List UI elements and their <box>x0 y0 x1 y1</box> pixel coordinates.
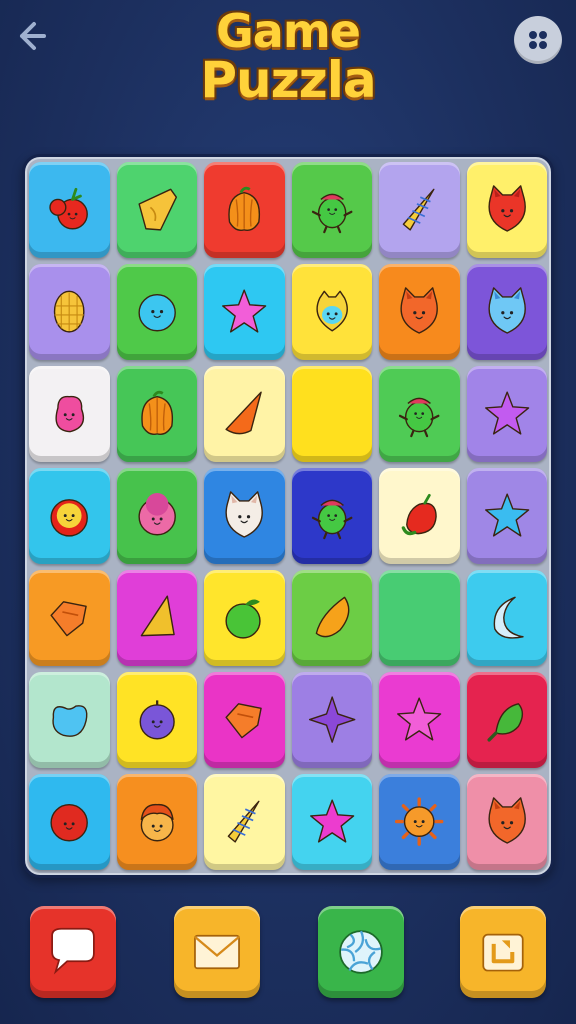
orange-cat-face-icon <box>400 287 438 335</box>
pink-star-icon <box>222 289 267 333</box>
board-tile-purple-star[interactable] <box>466 366 547 462</box>
orange-cat-face-icon <box>488 797 526 845</box>
share-box-icon <box>482 933 524 972</box>
pink-blob-icon <box>55 396 85 433</box>
bottom-toolbar <box>0 906 576 1002</box>
corn-cob-icon <box>53 291 85 333</box>
board-tile-purple-ball-face[interactable] <box>116 672 197 768</box>
green-pepper-icon <box>487 703 523 742</box>
board-tile-orange-shield[interactable] <box>29 570 110 666</box>
board-tile-orange-shield[interactable] <box>204 672 285 768</box>
orange-cone-icon <box>225 391 262 435</box>
title-line-1: Game <box>216 4 361 58</box>
share-button[interactable] <box>460 906 546 998</box>
orange-shield-icon <box>225 703 262 739</box>
cheese-wedge-icon <box>138 189 177 231</box>
yellow-face-icon <box>316 291 348 332</box>
green-creature-icon <box>311 500 353 540</box>
puzzle-board <box>22 154 554 878</box>
yellow-cone-icon <box>140 595 175 637</box>
red-cat-face-icon <box>488 185 526 233</box>
board-tile-orange-leaf-drop[interactable] <box>291 570 372 666</box>
purple-star-icon <box>484 391 529 435</box>
board-tile-pink-star[interactable] <box>204 264 285 360</box>
board-tile-purple-star4[interactable] <box>291 672 372 768</box>
chat-button[interactable] <box>30 906 116 998</box>
board-tile-cherry-tomato[interactable] <box>29 162 110 258</box>
orange-leaf-icon <box>140 391 173 436</box>
board-tile-pink-blob[interactable] <box>29 366 110 462</box>
blue-crescent-icon <box>493 597 524 640</box>
red-berry-face-icon <box>50 804 88 842</box>
green-creature-icon <box>398 398 440 438</box>
board-tile-blue-crescent[interactable] <box>466 570 547 666</box>
board-tile-corn-cone[interactable] <box>204 774 285 870</box>
purple-star4-icon <box>308 696 355 744</box>
board-tile-empty[interactable] <box>291 366 372 462</box>
purple-ball-face-icon <box>139 700 175 740</box>
yellow-lion-face-icon <box>50 499 88 537</box>
orange-leaf-icon <box>228 187 261 232</box>
board-tile-blue-ball-face[interactable] <box>116 264 197 360</box>
game-title: Game Puzzla <box>0 8 576 106</box>
board-tile-pink-star[interactable] <box>379 672 460 768</box>
blue-star-icon <box>484 493 529 537</box>
board-tile-magenta-star[interactable] <box>291 774 372 870</box>
white-cat-face-icon <box>225 491 263 539</box>
menu-button[interactable] <box>514 16 562 64</box>
board-tile-cheese-wedge[interactable] <box>116 162 197 258</box>
board-tile-yellow-cone[interactable] <box>116 570 197 666</box>
corn-cone-icon <box>227 801 260 843</box>
title-line-2: Puzzla <box>200 50 376 109</box>
board-tile-sun-face[interactable] <box>379 774 460 870</box>
magenta-star-icon <box>309 799 354 843</box>
blue-ball-face-icon <box>138 294 176 332</box>
board-tile-green-apple[interactable] <box>204 570 285 666</box>
dots-menu-icon <box>529 31 547 49</box>
orange-shield-icon <box>50 601 87 637</box>
envelope-icon <box>194 934 240 970</box>
blue-bean-icon <box>52 705 88 738</box>
board-tile-red-berry-face[interactable] <box>29 774 110 870</box>
corn-cone-icon <box>402 189 435 231</box>
board-tile-orange-leaf[interactable] <box>204 162 285 258</box>
board-tile-blue-bean[interactable] <box>29 672 110 768</box>
green-creature-icon <box>311 194 353 234</box>
board-tile-blue-star[interactable] <box>466 468 547 564</box>
board-tile-green-pepper[interactable] <box>466 672 547 768</box>
board-tile-yellow-face[interactable] <box>291 264 372 360</box>
board-tile-orange-cat-face[interactable] <box>466 774 547 870</box>
red-pepper-icon <box>401 494 437 536</box>
board-tile-empty[interactable] <box>379 570 460 666</box>
blue-cat-face-icon <box>488 287 526 335</box>
board-tile-pink-fluffy-face[interactable] <box>116 468 197 564</box>
green-apple-icon <box>225 599 261 639</box>
speech-bubble-icon <box>51 927 95 975</box>
mail-button[interactable] <box>174 906 260 998</box>
orange-leaf-drop-icon <box>315 597 349 638</box>
board-tile-blue-cat-face[interactable] <box>466 264 547 360</box>
cherry-tomato-icon <box>49 188 88 230</box>
board-tile-yellow-lion-face[interactable] <box>29 468 110 564</box>
board-tile-green-creature[interactable] <box>379 366 460 462</box>
orange-hair-face-icon <box>140 804 174 842</box>
board-tile-orange-hair-face[interactable] <box>116 774 197 870</box>
board-tile-green-creature[interactable] <box>291 162 372 258</box>
board-tile-white-cat-face[interactable] <box>204 468 285 564</box>
board-tile-orange-leaf[interactable] <box>116 366 197 462</box>
pink-star-icon <box>397 697 442 741</box>
board-tile-orange-cat-face[interactable] <box>379 264 460 360</box>
board-tile-green-creature[interactable] <box>291 468 372 564</box>
sun-face-icon <box>395 797 444 847</box>
board-tile-corn-cone[interactable] <box>379 162 460 258</box>
board-tile-red-pepper[interactable] <box>379 468 460 564</box>
shutter-button[interactable] <box>318 906 404 998</box>
board-tile-orange-cone[interactable] <box>204 366 285 462</box>
board-tile-red-cat-face[interactable] <box>466 162 547 258</box>
shutter-icon <box>339 930 383 974</box>
board-tile-corn-cob[interactable] <box>29 264 110 360</box>
pink-fluffy-face-icon <box>138 493 176 536</box>
